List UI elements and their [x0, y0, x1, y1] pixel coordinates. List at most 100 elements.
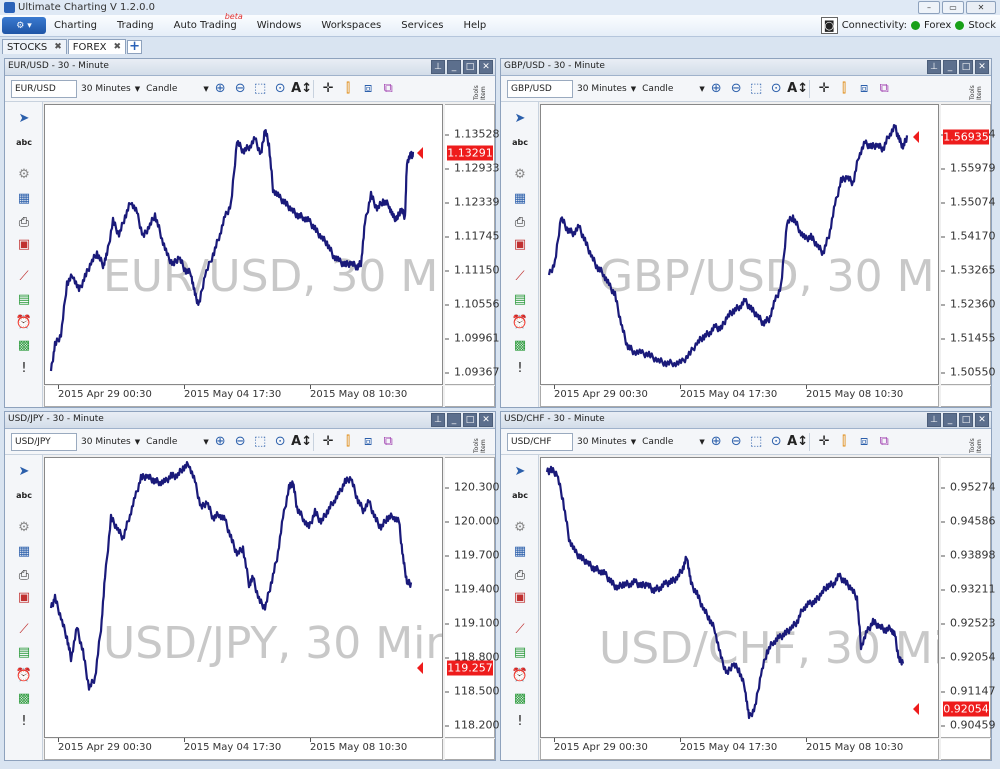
- minimize-icon[interactable]: _: [943, 60, 957, 74]
- settings-icon[interactable]: ⚙: [510, 166, 530, 184]
- save-icon[interactable]: ▣: [14, 236, 34, 254]
- crosshair-icon[interactable]: ✛: [815, 80, 833, 98]
- layout-icon[interactable]: ▦: [510, 190, 530, 208]
- minimize-button[interactable]: –: [918, 1, 940, 14]
- pointer-icon[interactable]: ➤: [14, 463, 34, 481]
- oscillator-icon[interactable]: ▤: [14, 644, 34, 662]
- zoom-region-icon[interactable]: ⬚: [747, 80, 765, 98]
- crosshair-icon[interactable]: ✛: [319, 80, 337, 98]
- alert-icon[interactable]: !: [510, 360, 530, 378]
- pin-icon[interactable]: ⊥: [431, 60, 445, 74]
- alarm-icon[interactable]: ⏰: [14, 667, 34, 685]
- price-axis[interactable]: 1.13528 1.12933 1.12339 1.11745 1.11150 1.105…: [445, 104, 500, 385]
- text-icon[interactable]: abc: [510, 487, 530, 505]
- menu-help[interactable]: Help: [463, 20, 486, 31]
- settings-icon[interactable]: ⚙: [14, 519, 34, 537]
- hollow-candle-icon[interactable]: ⧉: [379, 433, 397, 451]
- interval-select[interactable]: 30 Minutes ▼: [577, 433, 636, 451]
- minimize-icon[interactable]: _: [447, 60, 461, 74]
- app-menu-button[interactable]: ⚙ ▾: [2, 17, 46, 34]
- time-axis[interactable]: 2015 Apr 29 00:30 2015 May 04 17:30 2015 M…: [44, 385, 443, 407]
- time-axis[interactable]: 2015 Apr 29 00:30 2015 May 04 17:30 2015 M…: [540, 738, 939, 760]
- save-icon[interactable]: ▣: [14, 589, 34, 607]
- menu-charting[interactable]: Charting: [54, 20, 97, 31]
- autoscale-icon[interactable]: A↕: [787, 433, 808, 451]
- style-select[interactable]: Candle ▼: [642, 433, 705, 451]
- print-icon[interactable]: ⎙: [14, 214, 34, 232]
- close-icon[interactable]: ✕: [479, 60, 493, 74]
- symbol-input[interactable]: GBP/USD: [507, 79, 573, 98]
- pointer-icon[interactable]: ➤: [510, 463, 530, 481]
- tab-stocks[interactable]: STOCKS ✖: [2, 39, 67, 54]
- hollow-candle-icon[interactable]: ⧉: [875, 433, 893, 451]
- autoscale-icon[interactable]: A↕: [291, 433, 312, 451]
- bar-style-icon[interactable]: ⫿: [339, 80, 357, 98]
- bar-style-icon[interactable]: ⫿: [835, 80, 853, 98]
- print-icon[interactable]: ⎙: [510, 214, 530, 232]
- zoom-in-icon[interactable]: ⊕: [211, 433, 229, 451]
- hollow-candle-icon[interactable]: ⧉: [379, 80, 397, 98]
- zoom-reset-icon[interactable]: ⊙: [271, 80, 289, 98]
- chart-plot-area[interactable]: EUR/USD, 30 Min: [44, 104, 443, 385]
- menu-auto-trading[interactable]: Auto Trading beta: [174, 12, 243, 31]
- print-icon[interactable]: ⎙: [14, 567, 34, 585]
- menu-services[interactable]: Services: [401, 20, 443, 31]
- indicator-icon[interactable]: ⟋: [14, 621, 34, 639]
- screenshot-icon[interactable]: ◙: [820, 17, 838, 34]
- chart-plot-area[interactable]: GBP/USD, 30 Min: [540, 104, 939, 385]
- candle-style-icon[interactable]: ⧈: [855, 80, 873, 98]
- candle-style-icon[interactable]: ⧈: [855, 433, 873, 451]
- symbol-input[interactable]: USD/JPY: [11, 432, 77, 451]
- menu-windows[interactable]: Windows: [257, 20, 302, 31]
- maximize-icon[interactable]: □: [959, 413, 973, 427]
- pointer-icon[interactable]: ➤: [14, 110, 34, 128]
- pin-icon[interactable]: ⊥: [431, 413, 445, 427]
- tab-forex[interactable]: FOREX ✖: [67, 39, 127, 54]
- layout-icon[interactable]: ▦: [14, 543, 34, 561]
- symbol-input[interactable]: USD/CHF: [507, 432, 573, 451]
- pin-icon[interactable]: ⊥: [927, 413, 941, 427]
- time-axis[interactable]: 2015 Apr 29 00:30 2015 May 04 17:30 2015 M…: [44, 738, 443, 760]
- close-icon[interactable]: ✕: [479, 413, 493, 427]
- zoom-out-icon[interactable]: ⊖: [727, 433, 745, 451]
- alarm-icon[interactable]: ⏰: [510, 667, 530, 685]
- add-tab-button[interactable]: +: [127, 40, 143, 54]
- close-icon[interactable]: ✖: [54, 42, 62, 52]
- toolbar-side-labels[interactable]: Tools Item: [969, 78, 989, 100]
- candle-style-icon[interactable]: ⧈: [359, 433, 377, 451]
- layout-icon[interactable]: ▦: [14, 190, 34, 208]
- excel-icon[interactable]: ▩: [14, 690, 34, 708]
- menu-trading[interactable]: Trading: [117, 20, 154, 31]
- maximize-icon[interactable]: □: [463, 60, 477, 74]
- price-axis[interactable]: 1.568841.559791.550741.541701.532651.523…: [941, 104, 996, 385]
- text-icon[interactable]: abc: [510, 134, 530, 152]
- indicator-icon[interactable]: ⟋: [510, 268, 530, 286]
- style-select[interactable]: Candle ▼: [146, 433, 209, 451]
- zoom-reset-icon[interactable]: ⊙: [767, 80, 785, 98]
- close-button[interactable]: ✕: [966, 1, 996, 14]
- zoom-region-icon[interactable]: ⬚: [747, 433, 765, 451]
- price-axis[interactable]: 120.300 120.000 119.700 119.400 119.100 118.8…: [445, 457, 500, 738]
- style-select[interactable]: Candle ▼: [642, 80, 705, 98]
- zoom-out-icon[interactable]: ⊖: [231, 80, 249, 98]
- toolbar-side-labels[interactable]: Tools Item: [473, 431, 493, 453]
- menu-workspaces[interactable]: Workspaces: [321, 20, 381, 31]
- text-icon[interactable]: abc: [14, 487, 34, 505]
- settings-icon[interactable]: ⚙: [14, 166, 34, 184]
- bar-style-icon[interactable]: ⫿: [835, 433, 853, 451]
- candle-style-icon[interactable]: ⧈: [359, 80, 377, 98]
- excel-icon[interactable]: ▩: [510, 690, 530, 708]
- zoom-in-icon[interactable]: ⊕: [707, 80, 725, 98]
- indicator-icon[interactable]: ⟋: [14, 268, 34, 286]
- interval-select[interactable]: 30 Minutes ▼: [81, 80, 140, 98]
- pin-icon[interactable]: ⊥: [927, 60, 941, 74]
- save-icon[interactable]: ▣: [510, 236, 530, 254]
- price-axis[interactable]: 0.95274 0.94586 0.93898 0.93211 0.92523 0.920…: [941, 457, 996, 738]
- alert-icon[interactable]: !: [14, 360, 34, 378]
- alarm-icon[interactable]: ⏰: [510, 314, 530, 332]
- close-icon[interactable]: ✖: [114, 42, 122, 52]
- interval-select[interactable]: 30 Minutes ▼: [577, 80, 636, 98]
- crosshair-icon[interactable]: ✛: [815, 433, 833, 451]
- pointer-icon[interactable]: ➤: [510, 110, 530, 128]
- zoom-reset-icon[interactable]: ⊙: [271, 433, 289, 451]
